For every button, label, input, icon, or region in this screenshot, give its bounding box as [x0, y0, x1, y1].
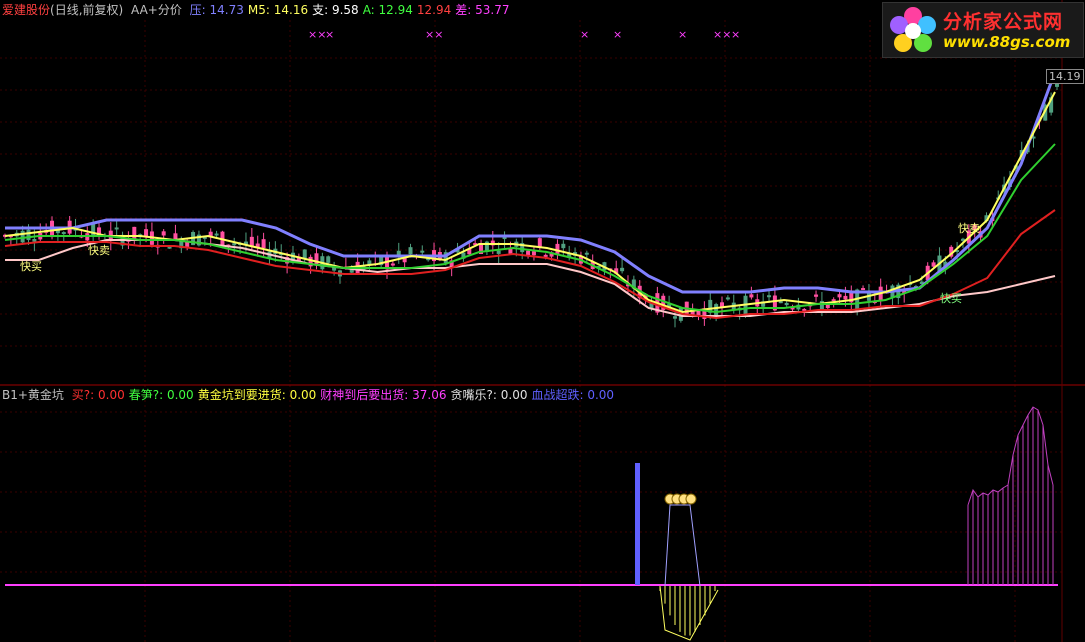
candle-body-123 — [725, 297, 730, 300]
signal-mark-7: × — [731, 28, 740, 41]
flower-logo-icon — [890, 7, 936, 52]
buy-tag-0: 快买 — [20, 260, 42, 273]
logo-url: www.88gs.com — [943, 33, 1071, 51]
series-line-0 — [5, 71, 1057, 294]
indicator-item-value-4: 0.00 — [496, 388, 528, 402]
smiley-icon-3 — [685, 493, 697, 505]
indicator-magenta-outline — [967, 406, 1054, 506]
header-item-value-5: 53.77 — [471, 3, 510, 17]
candle-body-4 — [26, 229, 31, 241]
candle-body-95 — [561, 243, 566, 249]
indicator-yellow-outline — [659, 585, 719, 641]
indicator-item-0: 买?: — [71, 388, 95, 402]
chart-header: 爱建股份(日线,前复权) AA+分价 压: 14.73 M5: 14.16 支: 9… — [2, 2, 517, 18]
candle-body-44 — [261, 239, 266, 249]
indicator-item-5: 血战超跌: — [531, 388, 584, 402]
candle-body-51 — [302, 249, 307, 259]
signal-mark-3: × — [580, 28, 589, 41]
header-item-value-2: 9.58 — [328, 3, 359, 17]
candle-body-142 — [837, 294, 842, 298]
header-item-value-4: 12.94 — [416, 3, 452, 17]
candle-body-39 — [232, 243, 237, 246]
candle-body-114 — [672, 316, 677, 319]
indicator-item-4: 贪嘴乐?: — [450, 388, 497, 402]
signal-mark-0: ×× — [308, 28, 326, 41]
indicator-name: AA+分价 — [131, 3, 182, 17]
candle-body-146 — [861, 288, 866, 291]
candle-body-118 — [696, 310, 701, 316]
indicator-blue-bar — [635, 463, 640, 585]
candle-body-55 — [326, 256, 331, 263]
header-item-value-0: 14.73 — [205, 3, 244, 17]
header-item-value-1: 14.16 — [269, 3, 309, 17]
indicator-panel — [5, 406, 1058, 641]
candle-body-5 — [32, 239, 37, 242]
indicator-title: B1+黄金坑 — [2, 388, 64, 402]
indicator-item-3: 财神到后要出货: — [320, 388, 409, 402]
signal-mark-2: ×× — [425, 28, 443, 41]
header-item-0: 压: — [189, 3, 206, 17]
indicator-item-value-2: 0.00 — [285, 388, 317, 402]
candle-body-69 — [408, 247, 413, 255]
logo-title: 分析家公式网 — [943, 11, 1064, 33]
signal-mark-4: × — [613, 28, 622, 41]
indicator-purple-peak — [664, 504, 701, 587]
candle-body-66 — [390, 263, 395, 266]
indicator-header: B1+黄金坑 买?: 0.00 春笋?: 0.00 黄金坑到要进货: 0.00 财神到… — [2, 387, 622, 403]
indicator-item-value-0: 0.00 — [94, 388, 125, 402]
chart-grid — [0, 20, 1062, 642]
sell-tag-0: 快卖 — [88, 244, 110, 257]
period-label: (日线,前复权) — [50, 3, 124, 17]
line-series: 快卖快买快卖快买××× ×× × × × ×× × — [4, 28, 1057, 320]
indicator-item-2: 黄金坑到要进货: — [197, 388, 286, 402]
signal-mark-6: ×× — [713, 28, 731, 41]
candle-body-92 — [543, 254, 548, 257]
candle-body-19 — [114, 227, 119, 230]
candle-body-99 — [584, 252, 589, 255]
header-item-3: A: — [362, 3, 375, 17]
candle-body-3 — [20, 230, 25, 243]
header-item-2: 支: — [312, 3, 329, 17]
candle-body-53 — [314, 253, 319, 266]
candle-body-36 — [214, 233, 219, 236]
candle-body-91 — [537, 238, 542, 247]
header-item-value-3: 12.94 — [374, 3, 413, 17]
candle-body-10 — [61, 232, 66, 235]
header-item-1: M5: — [247, 3, 270, 17]
candle-body-27 — [161, 231, 166, 236]
candle-body-133 — [784, 302, 789, 306]
candle-body-143 — [843, 295, 848, 300]
candle-body-15 — [91, 223, 96, 237]
candle-body-127 — [749, 294, 754, 298]
candle-body-90 — [531, 251, 536, 256]
candle-body-29 — [173, 233, 178, 240]
chart-canvas: 快卖快买快卖快买××× ×× × × × ×× × — [0, 0, 1085, 642]
buy-tag-1: 快买 — [940, 292, 962, 305]
candle-body-141 — [831, 299, 836, 302]
stock-name: 爱建股份 — [2, 3, 51, 17]
header-item-5: 差: — [455, 3, 472, 17]
site-logo: 分析家公式网 www.88gs.com — [882, 2, 1084, 58]
indicator-item-1: 春笋?: — [128, 388, 164, 402]
candle-body-138 — [814, 294, 819, 297]
signal-mark-5: × — [678, 28, 687, 41]
signal-mark-1: × — [325, 28, 334, 41]
candle-body-84 — [496, 250, 501, 254]
candle-body-71 — [420, 250, 425, 253]
candle-body-105 — [620, 267, 625, 272]
series-line-1 — [4, 91, 1056, 314]
indicator-item-value-3: 37.06 — [408, 388, 447, 402]
candle-body-130 — [767, 295, 772, 298]
candle-body-94 — [555, 243, 560, 254]
current-price-tag: 14.19 — [1046, 69, 1084, 84]
indicator-item-value-5: 0.00 — [583, 388, 615, 402]
sell-tag-1: 快卖 — [958, 222, 980, 235]
indicator-item-value-1: 0.00 — [163, 388, 194, 402]
